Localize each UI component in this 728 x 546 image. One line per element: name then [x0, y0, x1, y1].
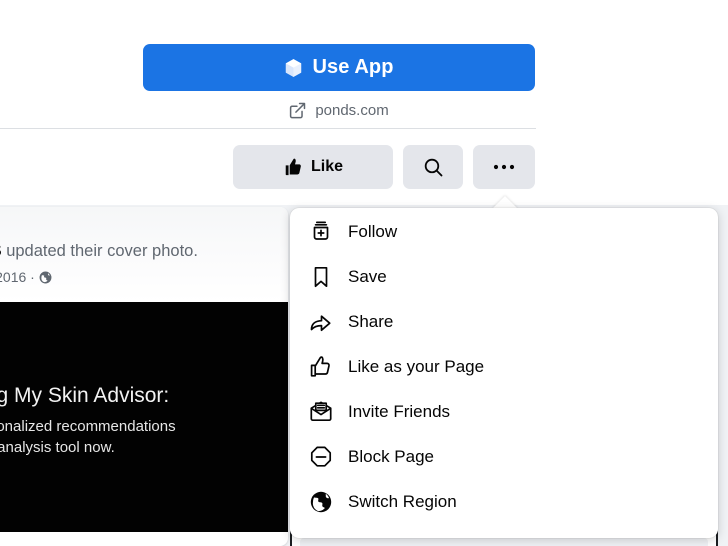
share-arrow-icon [306, 307, 336, 337]
thumbs-up-icon [283, 157, 303, 177]
cube-icon [284, 58, 303, 78]
site-domain-label: ponds.com [315, 101, 389, 119]
post-meta: uly 26, 2016 · [0, 269, 52, 285]
menu-item-invite-friends[interactable]: Invite Friends [290, 389, 718, 434]
cover-image-headline: ucing My Skin Advisor: [0, 384, 170, 407]
cover-image-line-1: r personalized recommendations [0, 418, 176, 435]
post-title: OND'S updated their cover photo. [0, 242, 198, 261]
like-button-label: Like [310, 158, 343, 175]
menu-item-label: Save [348, 266, 387, 286]
external-link-icon [289, 102, 306, 119]
use-app-button[interactable]: Use App [143, 44, 535, 91]
thumbs-up-outline-icon [306, 352, 336, 382]
envelope-invite-icon [306, 397, 336, 427]
post-cover-image[interactable]: ucing My Skin Advisor: r personalized re… [0, 302, 288, 532]
post-header: OND'S updated their cover photo. uly 26,… [0, 207, 288, 302]
page-root: Use App ponds.com Like updated their cov… [0, 0, 728, 546]
menu-item-block-page[interactable]: Block Page [290, 434, 718, 479]
menu-item-follow[interactable]: Follow [290, 209, 718, 254]
post-title-rest: updated their cover photo. [1, 242, 198, 260]
globe-filled-icon [306, 487, 336, 517]
like-button[interactable]: Like [233, 145, 393, 189]
menu-item-save[interactable]: Save [290, 254, 718, 299]
search-icon [423, 157, 444, 178]
menu-item-label: Follow [348, 221, 398, 241]
post-timestamp: uly 26, 2016 · [0, 269, 35, 285]
search-button[interactable] [403, 145, 463, 189]
globe-icon [39, 271, 52, 284]
bottom-dialog-field[interactable] [300, 538, 708, 546]
menu-item-switch-region[interactable]: Switch Region [290, 479, 718, 524]
menu-item-label: Share [348, 311, 394, 331]
follow-plus-icon [306, 217, 336, 247]
menu-item-share[interactable]: Share [290, 299, 718, 344]
action-button-row: Like [0, 129, 728, 205]
more-options-button[interactable] [473, 145, 535, 189]
menu-item-label: Like as your Page [348, 356, 485, 376]
site-link-row[interactable]: ponds.com [143, 98, 535, 122]
bookmark-icon [306, 262, 336, 292]
ellipsis-icon [493, 163, 515, 171]
menu-item-label: Invite Friends [348, 401, 451, 421]
more-options-dropdown: Follow Save Share Like as your Page Invi… [290, 208, 718, 538]
use-app-label: Use App [312, 56, 394, 78]
post-card: OND'S updated their cover photo. uly 26,… [0, 207, 288, 546]
menu-item-label: Switch Region [348, 491, 457, 511]
menu-item-like-as-your-page[interactable]: Like as your Page [290, 344, 718, 389]
block-octagon-icon [306, 442, 336, 472]
menu-item-label: Block Page [348, 446, 434, 466]
cover-image-line-2: facial analysis tool now. [0, 439, 115, 456]
cta-section: Use App ponds.com [0, 0, 728, 129]
